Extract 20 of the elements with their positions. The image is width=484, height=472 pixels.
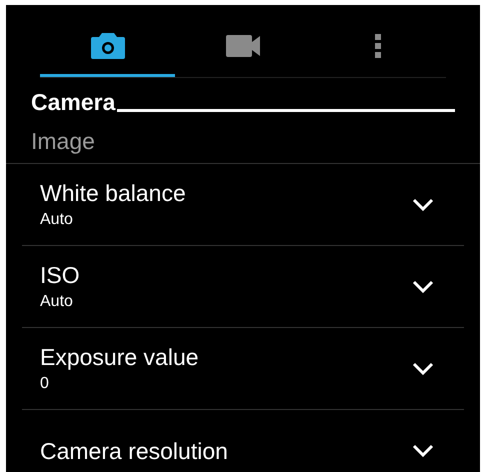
setting-label: Camera resolution (40, 437, 229, 465)
setting-label: ISO (40, 260, 81, 288)
setting-value: Auto (40, 210, 74, 230)
setting-row[interactable]: Camera resolution (22, 410, 464, 472)
video-camera-icon (226, 34, 260, 56)
setting-row[interactable]: Exposure value 0 (22, 328, 464, 410)
chevron-down-icon (412, 198, 434, 212)
camera-icon (90, 32, 125, 58)
setting-value: Auto (40, 292, 74, 312)
chevron-down-icon (412, 362, 434, 376)
setting-value: 0 (40, 374, 50, 394)
setting-label: White balance (40, 178, 187, 206)
setting-row[interactable]: ISO Auto (22, 246, 464, 328)
more-icon (375, 34, 382, 58)
chevron-down-icon (412, 280, 434, 294)
setting-label: Exposure value (40, 342, 200, 370)
setting-row[interactable]: White balance Auto (22, 164, 464, 246)
section-title: Camera (31, 88, 116, 116)
group-title: Image (31, 128, 95, 154)
chevron-down-icon (412, 444, 434, 458)
